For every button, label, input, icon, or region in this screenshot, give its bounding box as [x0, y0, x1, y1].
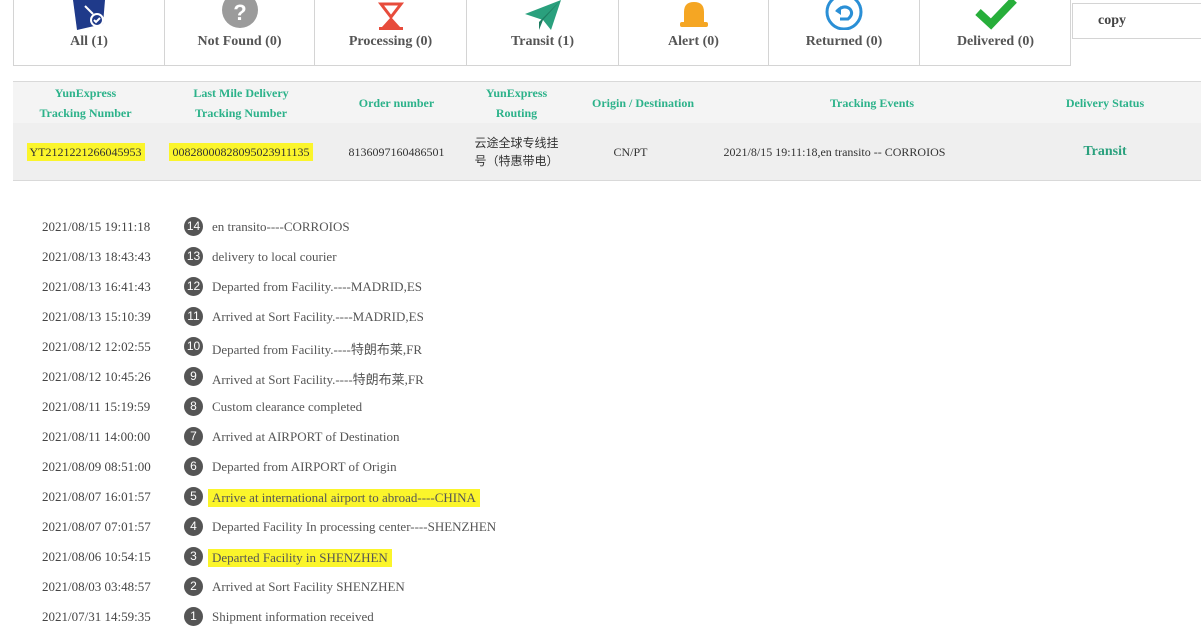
list-item: 2021/08/15 19:11:18 14 en transito----CO… — [0, 210, 1201, 240]
tab-all[interactable]: All (1) — [14, 0, 165, 65]
list-item: 2021/08/06 10:54:15 3 Departed Facility … — [0, 540, 1201, 570]
list-item: 2021/08/03 03:48:57 2 Arrived at Sort Fa… — [0, 570, 1201, 600]
tracking-event-summary: 2021/8/15 19:11:18,en transito -- CORROI… — [723, 144, 946, 159]
bell-icon — [672, 0, 716, 30]
event-number-badge: 5 — [184, 487, 203, 506]
event-number-badge: 7 — [184, 427, 203, 446]
table-header: YunExpress Tracking Number Last Mile Deli… — [13, 81, 1201, 124]
tab-processing[interactable]: Processing (0) — [315, 0, 467, 65]
tracking-number[interactable]: YT2121221266045953 — [26, 142, 145, 161]
list-item: 2021/08/11 14:00:00 7 Arrived at AIRPORT… — [0, 420, 1201, 450]
column-header-routing: YunExpress Routing — [485, 85, 548, 120]
event-time: 2021/08/06 10:54:15 — [42, 549, 151, 564]
event-time: 2021/08/12 10:45:26 — [42, 369, 151, 384]
routing: 云途全球专线挂 号（特惠带电） — [474, 135, 559, 168]
paper-plane-icon — [521, 0, 565, 30]
tab-label: Returned (0) — [805, 34, 883, 49]
event-number-badge: 14 — [184, 217, 203, 236]
column-header-tracking-number: YunExpress Tracking Number — [39, 85, 132, 120]
event-number-badge: 4 — [184, 517, 203, 536]
tab-label: All (1) — [70, 34, 108, 49]
event-number-badge: 6 — [184, 457, 203, 476]
return-arrow-icon — [822, 0, 866, 30]
svg-text:?: ? — [233, 0, 246, 25]
tab-label: Processing (0) — [348, 34, 433, 49]
event-time: 2021/08/07 07:01:57 — [42, 519, 151, 534]
tab-transit[interactable]: Transit (1) — [467, 0, 619, 65]
delivery-status-badge: Transit — [1083, 143, 1127, 159]
copy-button[interactable]: copy — [1072, 3, 1201, 39]
event-description: en transito----CORROIOS — [212, 219, 350, 234]
tab-returned[interactable]: Returned (0) — [769, 0, 920, 65]
tab-not-found[interactable]: ? Not Found (0) — [165, 0, 315, 65]
list-item: 2021/08/11 15:19:59 8 Custom clearance c… — [0, 390, 1201, 420]
tab-alert[interactable]: Alert (0) — [619, 0, 769, 65]
list-item: 2021/08/12 10:45:26 9 Arrived at Sort Fa… — [0, 360, 1201, 390]
box-icon — [67, 0, 111, 30]
event-time: 2021/08/12 12:02:55 — [42, 339, 151, 354]
event-time: 2021/08/13 15:10:39 — [42, 309, 151, 324]
list-item: 2021/08/07 07:01:57 4 Departed Facility … — [0, 510, 1201, 540]
tab-label: Transit (1) — [510, 34, 575, 49]
last-mile-number[interactable]: 00828000828095023911135 — [169, 142, 313, 161]
order-number: 8136097160486501 — [348, 144, 445, 159]
last-mile-number-cell: 00828000828095023911135 — [158, 123, 324, 180]
event-time: 2021/08/09 08:51:00 — [42, 459, 151, 474]
column-header-last-mile-number: Last Mile Delivery Tracking Number — [193, 85, 289, 120]
event-description: Departed from AIRPORT of Origin — [212, 459, 397, 474]
list-item: 2021/08/13 18:43:43 13 delivery to local… — [0, 240, 1201, 270]
event-number-badge: 3 — [184, 547, 203, 566]
event-description: Custom clearance completed — [212, 399, 363, 414]
tracking-number-cell: YT2121221266045953 — [13, 123, 158, 180]
event-time: 2021/08/03 03:48:57 — [42, 579, 151, 594]
event-description: Arrived at AIRPORT of Destination — [212, 429, 400, 444]
event-time: 2021/08/07 16:01:57 — [42, 489, 151, 504]
event-number-badge: 11 — [184, 307, 203, 326]
event-time: 2021/08/13 16:41:43 — [42, 279, 151, 294]
event-description: Shipment information received — [212, 609, 374, 624]
list-item: 2021/08/09 08:51:00 6 Departed from AIRP… — [0, 450, 1201, 480]
question-icon: ? — [218, 0, 262, 30]
event-description: Departed from Facility.----特朗布莱,FR — [212, 342, 422, 357]
event-number-badge: 12 — [184, 277, 203, 296]
column-header-delivery-status: Delivery Status — [1065, 95, 1145, 110]
list-item: 2021/08/13 15:10:39 11 Arrived at Sort F… — [0, 300, 1201, 330]
event-number-badge: 8 — [184, 397, 203, 416]
event-number-badge: 1 — [184, 607, 203, 626]
column-header-order-number: Order number — [358, 95, 435, 110]
list-item: 2021/08/13 16:41:43 12 Departed from Fac… — [0, 270, 1201, 300]
event-description: delivery to local courier — [212, 249, 337, 264]
event-number-badge: 13 — [184, 247, 203, 266]
tab-label: Alert (0) — [668, 34, 719, 49]
event-number-badge: 9 — [184, 367, 203, 386]
event-description: Arrived at Sort Facility SHENZHEN — [212, 579, 405, 594]
event-time: 2021/08/11 15:19:59 — [42, 399, 151, 414]
list-item: 2021/08/07 16:01:57 5 Arrive at internat… — [0, 480, 1201, 510]
event-time: 2021/08/11 14:00:00 — [42, 429, 151, 444]
tab-label: Delivered (0) — [956, 34, 1035, 49]
tab-delivered[interactable]: Delivered (0) — [920, 0, 1071, 65]
hourglass-icon — [369, 0, 413, 30]
list-item: 2021/07/31 14:59:35 1 Shipment informati… — [0, 600, 1201, 630]
event-description: Arrived at Sort Facility.----MADRID,ES — [212, 309, 424, 324]
checkmark-icon — [974, 0, 1018, 30]
event-description: Arrive at international airport to abroa… — [208, 489, 480, 507]
event-description: Arrived at Sort Facility.----特朗布莱,FR — [212, 372, 424, 387]
list-item: 2021/08/12 12:02:55 10 Departed from Fac… — [0, 330, 1201, 360]
column-header-origin-destination: Origin / Destination — [591, 95, 694, 110]
event-number-badge: 10 — [184, 337, 203, 356]
event-description: Departed Facility in SHENZHEN — [208, 549, 392, 567]
event-description: Departed from Facility.----MADRID,ES — [212, 279, 422, 294]
event-number-badge: 2 — [184, 577, 203, 596]
event-time: 2021/08/13 18:43:43 — [42, 249, 151, 264]
origin-destination: CN/PT — [613, 144, 648, 159]
tab-label: Not Found (0) — [197, 34, 282, 49]
event-time: 2021/07/31 14:59:35 — [42, 609, 151, 624]
event-description: Departed Facility In processing center--… — [212, 519, 497, 534]
column-header-tracking-events: Tracking Events — [829, 95, 915, 110]
status-tabs: All (1) ? Not Found (0) Processing (0) T… — [13, 0, 1071, 66]
event-time: 2021/08/15 19:11:18 — [42, 219, 151, 234]
table-row[interactable]: YT2121221266045953 008280008280950239111… — [13, 123, 1201, 181]
